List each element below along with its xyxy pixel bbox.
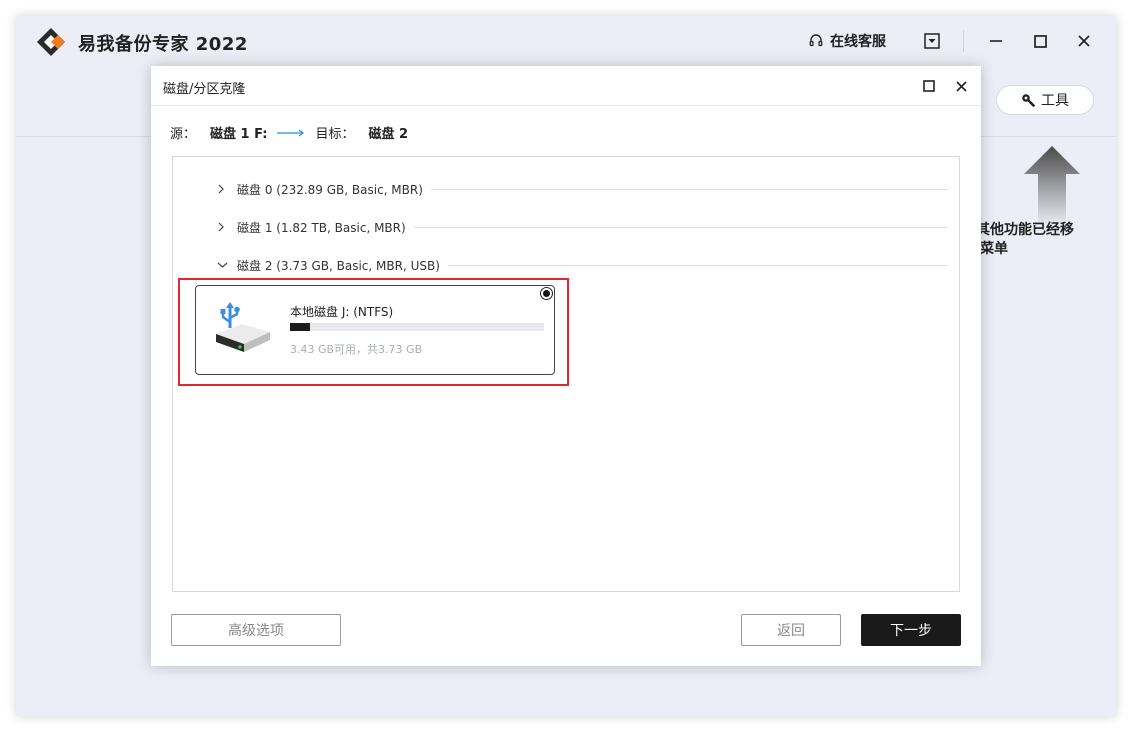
feature-moved-hint: 其他功能已经移 菜单 bbox=[976, 221, 1074, 259]
maximize-button[interactable] bbox=[1028, 29, 1052, 53]
minimize-icon bbox=[990, 40, 1002, 42]
partition-name: 本地磁盘 J: (NTFS) bbox=[290, 305, 394, 319]
partition-usage-fill bbox=[290, 323, 311, 331]
clone-dialog: 磁盘/分区克隆 源： 磁盘 1 F: 目标： 磁盘 2 磁盘 0 (232.89… bbox=[151, 66, 981, 666]
disk-row-divider bbox=[447, 264, 948, 266]
close-icon bbox=[955, 80, 967, 92]
dialog-title: 磁盘/分区克隆 bbox=[163, 82, 246, 97]
dialog-close-button[interactable] bbox=[952, 77, 970, 95]
right-arrow-icon bbox=[277, 129, 305, 136]
feature-moved-hint-line2: 菜单 bbox=[980, 241, 1008, 257]
dropdown-box-icon bbox=[924, 33, 940, 49]
back-button[interactable]: 返回 bbox=[741, 614, 841, 646]
chevron-down-icon bbox=[217, 261, 237, 269]
chevron-right-icon bbox=[217, 222, 237, 232]
feature-moved-hint-line1: 其他功能已经移 bbox=[976, 222, 1074, 238]
headset-icon bbox=[809, 34, 823, 47]
clone-route: 源： 磁盘 1 F: 目标： 磁盘 2 bbox=[170, 123, 408, 142]
maximize-icon bbox=[923, 80, 935, 92]
usb-drive-icon bbox=[216, 302, 270, 352]
maximize-icon bbox=[1033, 34, 1047, 48]
online-support-label: 在线客服 bbox=[830, 34, 886, 50]
source-value: 磁盘 1 F: bbox=[210, 127, 268, 142]
dialog-title-separator bbox=[151, 105, 981, 106]
wrench-icon bbox=[1022, 94, 1035, 107]
disk-row-divider bbox=[413, 226, 948, 228]
partition-card[interactable]: 本地磁盘 J: (NTFS) 3.43 GB可用，共3.73 GB bbox=[195, 285, 555, 375]
target-label: 目标： bbox=[315, 127, 355, 142]
source-label: 源： bbox=[170, 127, 197, 142]
disk-label: 磁盘 2 (3.73 GB, Basic, MBR, USB) bbox=[237, 258, 440, 273]
advanced-options-button[interactable]: 高级选项 bbox=[171, 614, 341, 646]
partition-radio-dot bbox=[543, 290, 550, 297]
minimize-button[interactable] bbox=[984, 29, 1008, 53]
up-arrow-icon bbox=[1024, 146, 1080, 226]
close-button[interactable] bbox=[1072, 29, 1096, 53]
dropdown-menu-button[interactable] bbox=[920, 29, 944, 53]
close-icon bbox=[1078, 35, 1090, 47]
target-value: 磁盘 2 bbox=[368, 127, 409, 142]
partition-free-space: 3.43 GB可用，共3.73 GB bbox=[290, 343, 423, 356]
disk-row-1[interactable]: 磁盘 1 (1.82 TB, Basic, MBR) bbox=[217, 219, 948, 235]
disk-list-panel: 磁盘 0 (232.89 GB, Basic, MBR) 磁盘 1 (1.82 … bbox=[172, 156, 960, 592]
disk-label: 磁盘 1 (1.82 TB, Basic, MBR) bbox=[237, 220, 406, 235]
title-bar: 易我备份专家 2022 在线客服 bbox=[16, 16, 1116, 68]
next-button[interactable]: 下一步 bbox=[861, 614, 961, 646]
disk-label: 磁盘 0 (232.89 GB, Basic, MBR) bbox=[237, 182, 423, 197]
disk-row-2[interactable]: 磁盘 2 (3.73 GB, Basic, MBR, USB) bbox=[217, 257, 948, 273]
title-divider bbox=[963, 30, 964, 52]
app-logo-icon bbox=[37, 28, 65, 56]
online-support-button[interactable]: 在线客服 bbox=[808, 31, 886, 51]
tools-label: 工具 bbox=[1041, 93, 1069, 109]
dialog-maximize-button[interactable] bbox=[920, 77, 938, 95]
disk-row-divider bbox=[430, 188, 948, 190]
partition-usage-bar bbox=[290, 323, 544, 331]
partition-radio[interactable] bbox=[540, 287, 553, 300]
chevron-right-icon bbox=[217, 184, 237, 194]
disk-row-0[interactable]: 磁盘 0 (232.89 GB, Basic, MBR) bbox=[217, 181, 948, 197]
app-title: 易我备份专家 2022 bbox=[78, 34, 248, 55]
tools-button[interactable]: 工具 bbox=[996, 85, 1094, 115]
